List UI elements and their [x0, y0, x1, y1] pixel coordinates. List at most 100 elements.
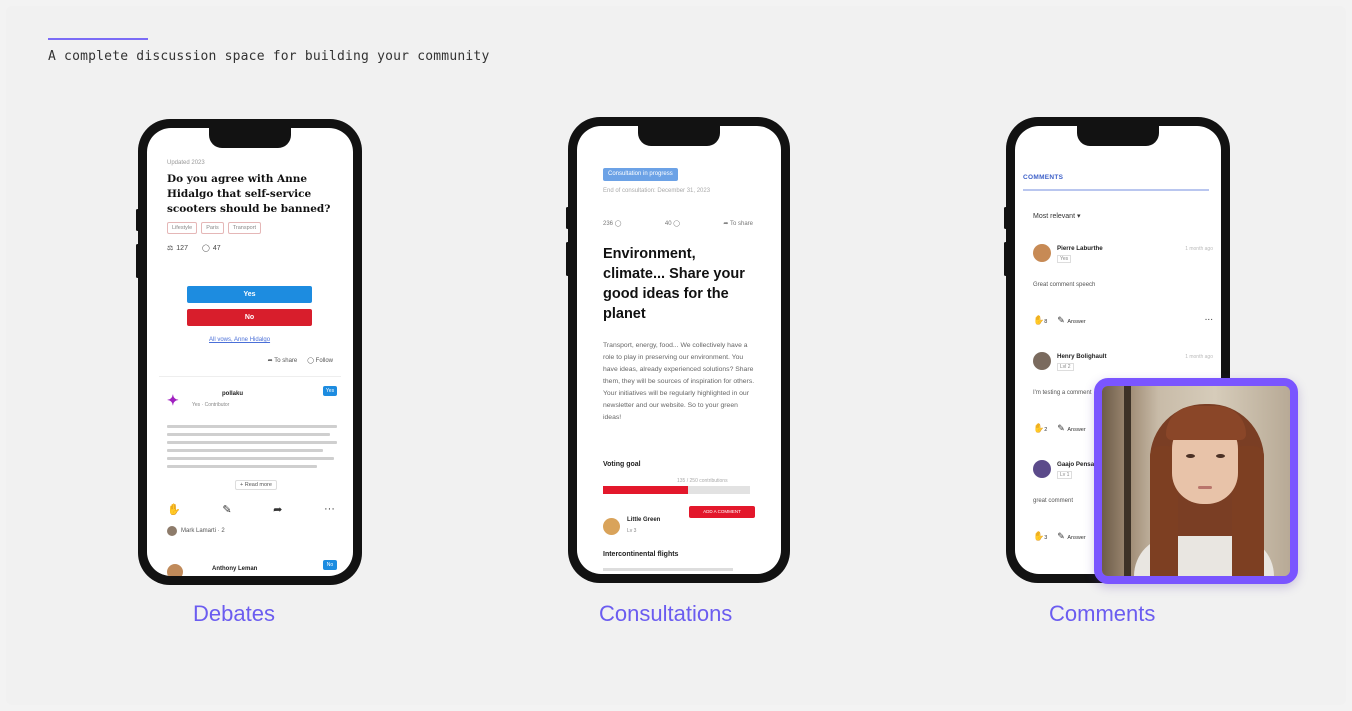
follow-button[interactable]: ◯ Follow — [307, 357, 333, 364]
consultations-phone: Consultation in progress End of consulta… — [566, 117, 790, 583]
share-icon: ➦ — [267, 358, 273, 364]
sort-dropdown[interactable]: Most relevant ▾ — [1033, 212, 1081, 220]
add-comment-button[interactable]: ADD A COMMENT — [689, 506, 755, 518]
consultation-meta: 236 ◯ 40 ◯ ➦ To share — [603, 220, 753, 227]
consultations-screen: Consultation in progress End of consulta… — [577, 126, 781, 574]
post-header: ✦ pollaku Yes · Contributor Yes — [167, 386, 337, 414]
reply-button[interactable]: ✎ Answer — [1057, 531, 1085, 542]
presenter-eye — [1216, 454, 1225, 458]
side-button — [566, 207, 569, 229]
side-button — [136, 209, 139, 231]
clap-icon[interactable]: ✋ — [167, 503, 181, 516]
video-background — [1124, 386, 1131, 576]
comment-time: 1 month ago — [1185, 354, 1213, 360]
post-body — [167, 425, 337, 473]
debate-tags: Lifestyle Paris Transport — [167, 222, 262, 234]
debate-actions: ➦ To share ◯ Follow — [268, 357, 333, 364]
reply-icon: ✎ — [1057, 315, 1065, 325]
caption-comments: Comments — [1049, 601, 1156, 626]
comment-actions: ✋8 ✎ Answer — [1033, 315, 1086, 326]
read-more-button[interactable]: + Read more — [235, 480, 277, 490]
phone-notch — [638, 126, 720, 146]
bell-icon: ◯ — [307, 358, 314, 364]
goal-progress-bar — [603, 486, 750, 494]
debate-tag[interactable]: Lifestyle — [167, 222, 198, 234]
debate-tag[interactable]: Paris — [201, 222, 224, 234]
clap-icon[interactable]: ✋8 — [1033, 315, 1047, 326]
avatar — [603, 518, 620, 535]
side-button — [136, 244, 139, 278]
debate-title: Do you agree with Anne Hidalgo that self… — [167, 173, 331, 215]
avatar — [167, 526, 177, 536]
comment-icon[interactable]: ✎ — [222, 503, 231, 516]
comment-author[interactable]: Gaajo Pensa — [1057, 461, 1094, 468]
debate-tag[interactable]: Transport — [227, 222, 262, 234]
status-badge: Consultation in progress — [603, 168, 678, 181]
header-accent-line — [48, 38, 148, 40]
comment-author[interactable]: Pierre Laburthe — [1057, 245, 1103, 252]
reply-button[interactable]: ✎ Answer — [1057, 315, 1085, 326]
comment-actions: ✋2 ✎ Answer — [1033, 423, 1086, 434]
consultation-title: Environment, climate... Share your good … — [603, 246, 745, 322]
comment-icon: ◯ — [201, 245, 210, 252]
post-header: Anthony Leman No — [167, 560, 337, 576]
share-icon: ➦ — [723, 221, 729, 227]
reply-icon: ✎ — [1057, 531, 1065, 541]
debates-screen: Updated 2023 Do you agree with Anne Hida… — [147, 128, 353, 576]
divider — [159, 376, 341, 377]
more-icon[interactable]: ... — [1205, 312, 1213, 323]
tab-comments[interactable]: COMMENTS — [1023, 174, 1063, 181]
reply-button[interactable]: ✎ Answer — [1057, 423, 1085, 434]
goal-label: Voting goal — [603, 461, 641, 468]
side-button — [566, 242, 569, 276]
like-count: 236 — [603, 221, 614, 227]
avatar — [1033, 460, 1051, 478]
post-author[interactable]: Anthony Leman — [212, 566, 257, 572]
comment-actions: ✋3 ✎ Answer — [1033, 531, 1086, 542]
vote-icon: ⚖ — [167, 245, 174, 252]
post-reactions: ✋ ✎ ➦ ··· — [167, 503, 335, 516]
post-vote-badge: Yes — [323, 386, 337, 396]
author-badge: Lvl 2 — [1057, 363, 1074, 371]
tab-underline — [1023, 189, 1209, 191]
chevron-down-icon: ▾ — [1076, 213, 1081, 220]
comment-author[interactable]: Henry Bolighault — [1057, 353, 1107, 360]
reply-icon: ✎ — [1057, 423, 1065, 433]
side-button — [1004, 242, 1007, 276]
share-button[interactable]: ➦ To share — [723, 220, 753, 227]
post-author[interactable]: pollaku — [222, 391, 243, 397]
author-badge: Lv 3 — [627, 528, 637, 534]
clap-icon[interactable]: ✋2 — [1033, 423, 1047, 434]
comment-count: 40 — [664, 221, 672, 227]
debate-stats: ⚖ 127 ◯ 47 — [167, 244, 221, 253]
reacted-by: Mark Lamarti · 2 — [167, 526, 225, 536]
share-button[interactable]: ➦ To share — [268, 357, 298, 364]
comment-count: 47 — [212, 244, 221, 252]
vote-yes-button[interactable]: Yes — [187, 286, 312, 303]
all-votes-link[interactable]: All vows, Anne Hidalgo — [209, 337, 270, 343]
clap-icon[interactable]: ✋3 — [1033, 531, 1047, 542]
consultation-date: End of consultation: December 31, 2023 — [603, 188, 711, 194]
avatar — [167, 564, 183, 576]
presenter-hair — [1166, 406, 1246, 440]
comment-item: Pierre Laburthe Yes 1 month ago Great co… — [1033, 244, 1213, 339]
more-icon[interactable]: ··· — [324, 503, 335, 516]
avatar — [1033, 352, 1051, 370]
vote-no-button[interactable]: No — [187, 309, 312, 326]
like-icon[interactable]: ◯ — [615, 221, 622, 227]
goal-progress-fill — [603, 486, 689, 494]
comment-text: Great comment speech — [1033, 282, 1096, 288]
comment-text: I'm testing a comment — [1033, 390, 1092, 396]
comment-icon[interactable]: ◯ — [673, 221, 680, 227]
comment-time: 1 month ago — [1185, 246, 1213, 252]
side-button — [1004, 207, 1007, 229]
presenter-video — [1094, 378, 1298, 584]
author-name[interactable]: Little Green — [627, 517, 660, 523]
avatar — [1033, 244, 1051, 262]
debates-phone: Updated 2023 Do you agree with Anne Hida… — [136, 119, 362, 585]
author-badge: Yes — [1057, 255, 1072, 263]
share-icon[interactable]: ➦ — [273, 503, 282, 516]
caption-debates: Debates — [193, 601, 275, 626]
idea-title[interactable]: Intercontinental flights — [603, 551, 678, 558]
caption-consultations: Consultations — [599, 601, 733, 626]
